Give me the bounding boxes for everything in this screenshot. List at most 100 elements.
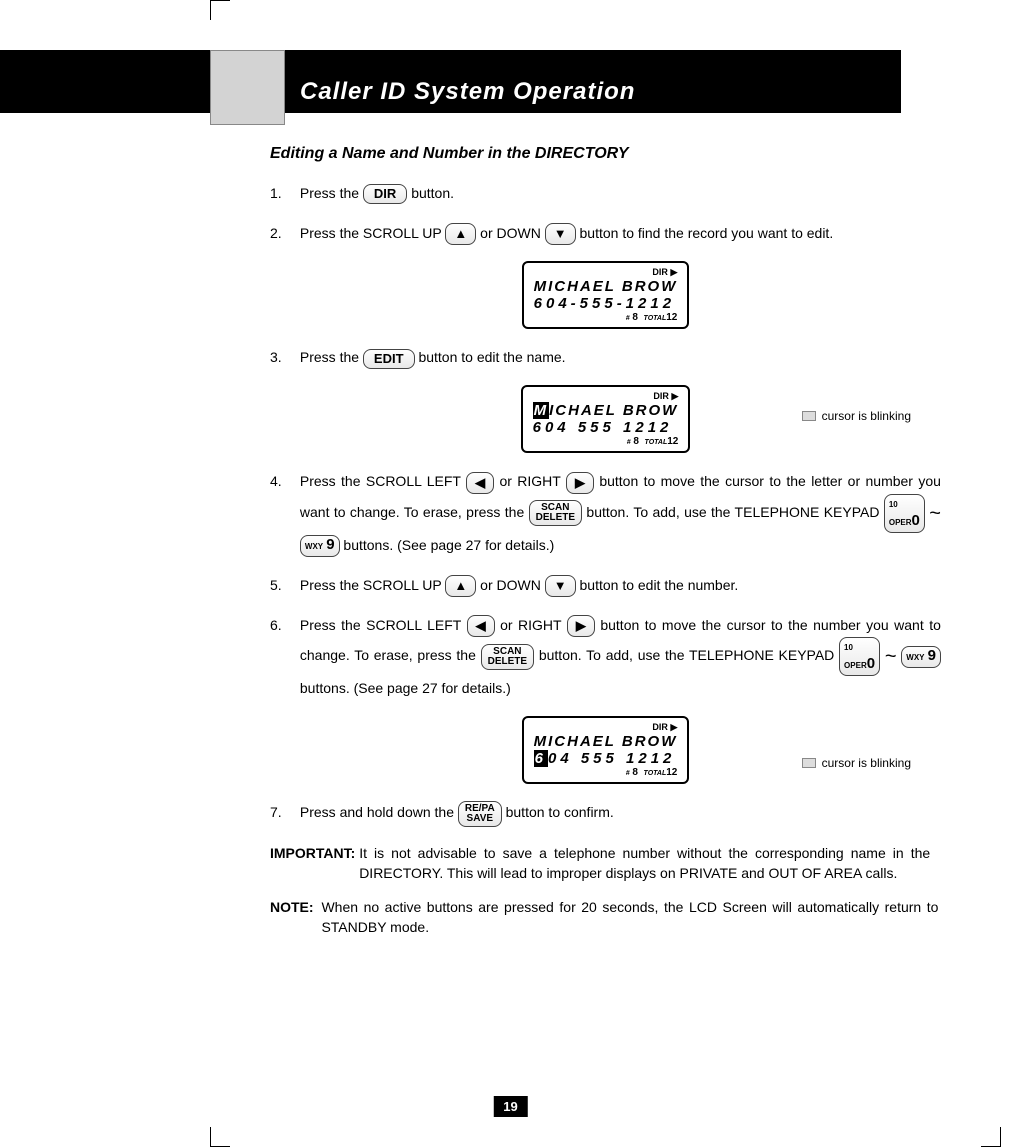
scan-delete-button: SCANDELETE [529,500,582,526]
step-1-text-a: Press the [300,185,363,201]
step-6-number: 6. [270,613,296,637]
key9-sub-2: WXY [906,653,924,662]
step-5-body: Press the SCROLL UP ▲ or DOWN ▼ button t… [300,573,941,597]
key9-main-2: 9 [928,647,936,664]
step-4-body: Press the SCROLL LEFT ◀ or RIGHT ▶ butto… [300,469,941,557]
step-2-body: Press the SCROLL UP ▲ or DOWN ▼ button t… [300,221,941,245]
lcd1-name: MICHAEL BROW [534,278,678,295]
step-5-text-a: Press the SCROLL UP [300,577,446,593]
crop-mark-tl [210,0,230,20]
key0-sup: 10 [889,500,898,509]
step-7: 7. Press and hold down the RE/PASAVE but… [270,800,941,826]
lcd3-dir-label: DIR [652,722,668,732]
scroll-up-icon: ▲ [445,223,476,245]
key9-main: 9 [326,536,334,553]
cursor-box-icon [802,411,816,421]
cursor-note-1: cursor is blinking [802,409,911,423]
scroll-left-icon: ◀ [466,472,494,494]
crop-mark-bl [210,1127,230,1147]
step-2-number: 2. [270,221,296,245]
cursor-note-2-text: cursor is blinking [822,756,911,770]
lcd1-number: 604-555-1212 [534,295,678,312]
keypad-0-button-2: 10OPER0 [839,637,880,676]
important-text: It is not advisable to save a telephone … [359,843,930,883]
keypad-0-button: 10OPER0 [884,494,925,533]
lcd1-idx: 8 [632,312,638,323]
important-colon: : [351,845,356,861]
delete-label: DELETE [536,512,575,523]
lcd3-dir-tri: ▶ [670,722,677,732]
keypad-9-button: WXY 9 [300,535,340,557]
lcd1-total: 12 [666,312,677,323]
edit-button: EDIT [363,349,415,369]
step-6-text-d: button. To add, use the TELEPHONE KEYPAD [539,648,839,664]
note-label: NOTE [270,899,309,915]
step-3-text-a: Press the [300,349,363,365]
lcd2-cursor-char: M [533,402,550,419]
lcd1-total-label: TOTAL [644,315,667,322]
lcd1-dir-label: DIR [652,267,668,277]
step-2-text-c: button to find the record you want to ed… [580,225,834,241]
lcd3-hash: # [626,770,630,777]
save-label: SAVE [467,813,494,824]
tilde-1: ~ [929,502,941,524]
lcd-display-1: DIR ▶ MICHAEL BROW 604-555-1212 # 8 TOTA… [270,261,941,329]
scroll-right-icon-2: ▶ [567,615,595,637]
delete-label-2: DELETE [488,656,527,667]
lcd3-cursor-char: 6 [534,750,548,767]
step-5-number: 5. [270,573,296,597]
scroll-left-icon-2: ◀ [467,615,495,637]
step-3: 3. Press the EDIT button to edit the nam… [270,345,941,369]
tilde-2: ~ [885,646,897,668]
step-7-number: 7. [270,800,296,824]
lcd3-total: 12 [666,767,677,778]
lcd1-hash: # [626,315,630,322]
content-area: Editing a Name and Number in the DIRECTO… [270,145,941,937]
step-1-body: Press the DIR button. [300,181,941,205]
step-6: 6. Press the SCROLL LEFT ◀ or RIGHT ▶ bu… [270,613,941,700]
lcd3-name: MICHAEL BROW [534,733,678,750]
step-6-text-a: Press the SCROLL LEFT [300,617,467,633]
step-2-text-a: Press the SCROLL UP [300,225,446,241]
step-6-body: Press the SCROLL LEFT ◀ or RIGHT ▶ butto… [300,613,941,700]
scroll-down-icon-2: ▼ [545,575,576,597]
note-text: When no active buttons are pressed for 2… [317,897,938,937]
key0-sup-2: 10 [844,643,853,652]
step-3-number: 3. [270,345,296,369]
step-5-text-b: or DOWN [480,577,545,593]
lcd2-idx: 8 [633,436,639,447]
key9-sub: WXY [305,542,323,551]
lcd-display-2: DIR ▶ MICHAEL BROW 604 555 1212 # 8 TOTA… [270,385,941,453]
keypad-9-button-2: WXY 9 [901,646,941,668]
section-heading: Editing a Name and Number in the DIRECTO… [270,145,941,163]
step-7-body: Press and hold down the RE/PASAVE button… [300,800,941,826]
scroll-down-icon: ▼ [545,223,576,245]
step-5: 5. Press the SCROLL UP ▲ or DOWN ▼ butto… [270,573,941,597]
lcd2-total: 12 [667,436,678,447]
step-7-text-b: button to confirm. [506,804,614,820]
lcd2-dir-tri: ▶ [671,391,678,401]
lcd3-total-label: TOTAL [644,770,667,777]
lcd3-num-rest: 04 555 1212 [548,750,675,767]
step-2-text-b: or DOWN [480,225,545,241]
repa-save-button: RE/PASAVE [458,801,502,827]
step-1: 1. Press the DIR button. [270,181,941,205]
lcd2-name-rest: ICHAEL BROW [549,402,678,419]
lcd2-hash: # [627,439,631,446]
lcd-display-3: DIR ▶ MICHAEL BROW 604 555 1212 # 8 TOTA… [270,716,941,784]
cursor-note-2: cursor is blinking [802,756,911,770]
step-3-text-b: button to edit the name. [418,349,565,365]
step-4-text-d: button. To add, use the TELEPHONE KEYPAD [586,504,883,520]
cursor-box-icon-2 [802,758,816,768]
crop-mark-br [981,1127,1001,1147]
step-7-text-a: Press and hold down the [300,804,458,820]
header-title-text: Caller ID System Operation [300,78,635,105]
scan-delete-button-2: SCANDELETE [481,644,534,670]
scroll-up-icon-2: ▲ [445,575,476,597]
cursor-note-1-text: cursor is blinking [822,409,911,423]
lcd2-dir-label: DIR [653,391,669,401]
step-5-text-c: button to edit the number. [580,577,739,593]
lcd1-dir-tri: ▶ [670,267,677,277]
important-label: IMPORTANT [270,845,351,861]
lcd3-idx: 8 [632,767,638,778]
